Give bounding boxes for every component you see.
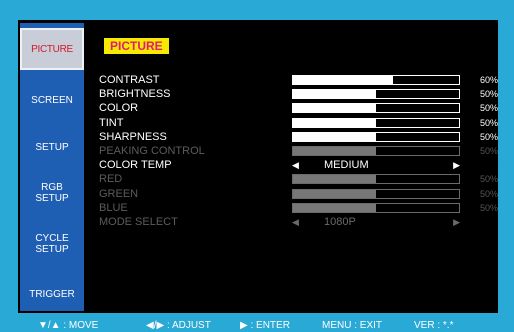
setting-select-value: MEDIUM	[324, 159, 369, 172]
tab-trigger-label: TRIGGER	[29, 289, 75, 300]
setting-slider-brightness[interactable]	[292, 89, 460, 100]
footer-exit: MENU : EXIT	[322, 320, 383, 331]
footer-ver: VER : *.*	[414, 320, 454, 331]
panel-title: PICTURE	[104, 38, 169, 54]
setting-select-mode-select: ◀ 1080P ▶	[292, 215, 460, 229]
setting-label-peaking-control: PEAKING CONTROL	[99, 145, 205, 157]
tab-screen[interactable]: SCREEN	[20, 95, 84, 106]
setting-row-sharpness[interactable]: SHARPNESS 50%	[99, 130, 499, 144]
slider-fill	[293, 118, 376, 127]
slider-fill	[293, 104, 376, 113]
setting-slider-color[interactable]	[292, 103, 460, 114]
setting-value-red: 50%	[480, 174, 499, 185]
setting-row-mode-select: MODE SELECT ◀ 1080P ▶	[99, 215, 499, 229]
setting-slider-sharpness[interactable]	[292, 131, 460, 142]
setting-row-color-temp[interactable]: COLOR TEMP ◀ MEDIUM ▶	[99, 158, 499, 172]
setting-label-mode-select: MODE SELECT	[99, 216, 178, 228]
setting-label-green: GREEN	[99, 187, 139, 200]
setting-label-color: COLOR	[99, 102, 139, 115]
tab-setup-label: SETUP	[35, 142, 69, 153]
setting-slider-blue	[292, 202, 460, 213]
setting-row-brightness[interactable]: BRIGHTNESS 50%	[99, 87, 499, 101]
slider-fill	[293, 147, 376, 155]
setting-value-peaking-control: 50%	[480, 146, 499, 156]
setting-select-color-temp[interactable]: ◀ MEDIUM ▶	[292, 158, 460, 172]
setting-row-tint[interactable]: TINT 50%	[99, 116, 499, 130]
arrow-left-icon: ◀	[292, 217, 299, 227]
setting-label-tint: TINT	[99, 116, 124, 129]
tab-setup[interactable]: SETUP	[20, 142, 84, 153]
slider-fill	[293, 203, 376, 212]
tab-trigger[interactable]: TRIGGER	[20, 289, 84, 300]
footer-help: ▼/▲ : MOVE ◀/▶ : ADJUST ▶ : ENTER MENU :…	[0, 319, 514, 332]
slider-fill	[293, 76, 393, 84]
setting-value-blue: 50%	[480, 202, 499, 213]
setting-slider-tint[interactable]	[292, 117, 460, 128]
setting-row-red: RED 50%	[99, 172, 499, 186]
setting-value-green: 50%	[480, 188, 499, 199]
setting-label-brightness: BRIGHTNESS	[99, 88, 171, 101]
setting-value-brightness: 50%	[480, 89, 499, 100]
arrow-right-icon: ▶	[453, 217, 460, 227]
setting-label-blue: BLUE	[99, 201, 128, 214]
setting-value-contrast: 60%	[480, 75, 499, 85]
setting-slider-contrast[interactable]	[292, 75, 460, 85]
footer-enter: ▶ : ENTER	[240, 320, 290, 331]
tab-picture[interactable]: PICTURE	[20, 28, 84, 70]
setting-row-contrast[interactable]: CONTRAST 60%	[99, 73, 499, 87]
arrow-right-icon[interactable]: ▶	[453, 158, 460, 172]
setting-slider-green	[292, 188, 460, 199]
tab-picture-label: PICTURE	[31, 44, 73, 55]
setting-slider-red	[292, 174, 460, 185]
setting-label-color-temp: COLOR TEMP	[99, 159, 172, 172]
setting-label-contrast: CONTRAST	[99, 74, 160, 86]
setting-value-tint: 50%	[480, 117, 499, 128]
tab-cycle-setup-label: CYCLE SETUP	[35, 233, 69, 255]
tab-screen-label: SCREEN	[31, 95, 73, 106]
setting-label-red: RED	[99, 173, 123, 186]
setting-row-peaking-control: PEAKING CONTROL 50%	[99, 144, 499, 158]
setting-label-sharpness: SHARPNESS	[99, 130, 167, 143]
setting-value-sharpness: 50%	[480, 131, 499, 142]
tab-rgb-setup-label: RGB SETUP	[35, 182, 69, 204]
setting-value-color: 50%	[480, 103, 499, 114]
setting-row-blue: BLUE 50%	[99, 201, 499, 215]
arrow-left-icon[interactable]: ◀	[292, 158, 299, 172]
tab-cycle-setup[interactable]: CYCLE SETUP	[30, 233, 74, 255]
setting-select-value: 1080P	[324, 216, 356, 228]
setting-slider-peaking-control	[292, 146, 460, 156]
slider-fill	[293, 175, 376, 184]
slider-fill	[293, 132, 376, 141]
footer-adjust: ◀/▶ : ADJUST	[146, 320, 211, 331]
slider-fill	[293, 90, 376, 99]
sidebar: PICTURE SCREEN SETUP RGB SETUP CYCLE SET…	[20, 23, 84, 311]
tab-rgb-setup[interactable]: RGB SETUP	[30, 182, 74, 204]
footer-move: ▼/▲ : MOVE	[38, 320, 99, 331]
setting-row-green: GREEN 50%	[99, 187, 499, 201]
slider-fill	[293, 189, 376, 198]
setting-row-color[interactable]: COLOR 50%	[99, 101, 499, 115]
